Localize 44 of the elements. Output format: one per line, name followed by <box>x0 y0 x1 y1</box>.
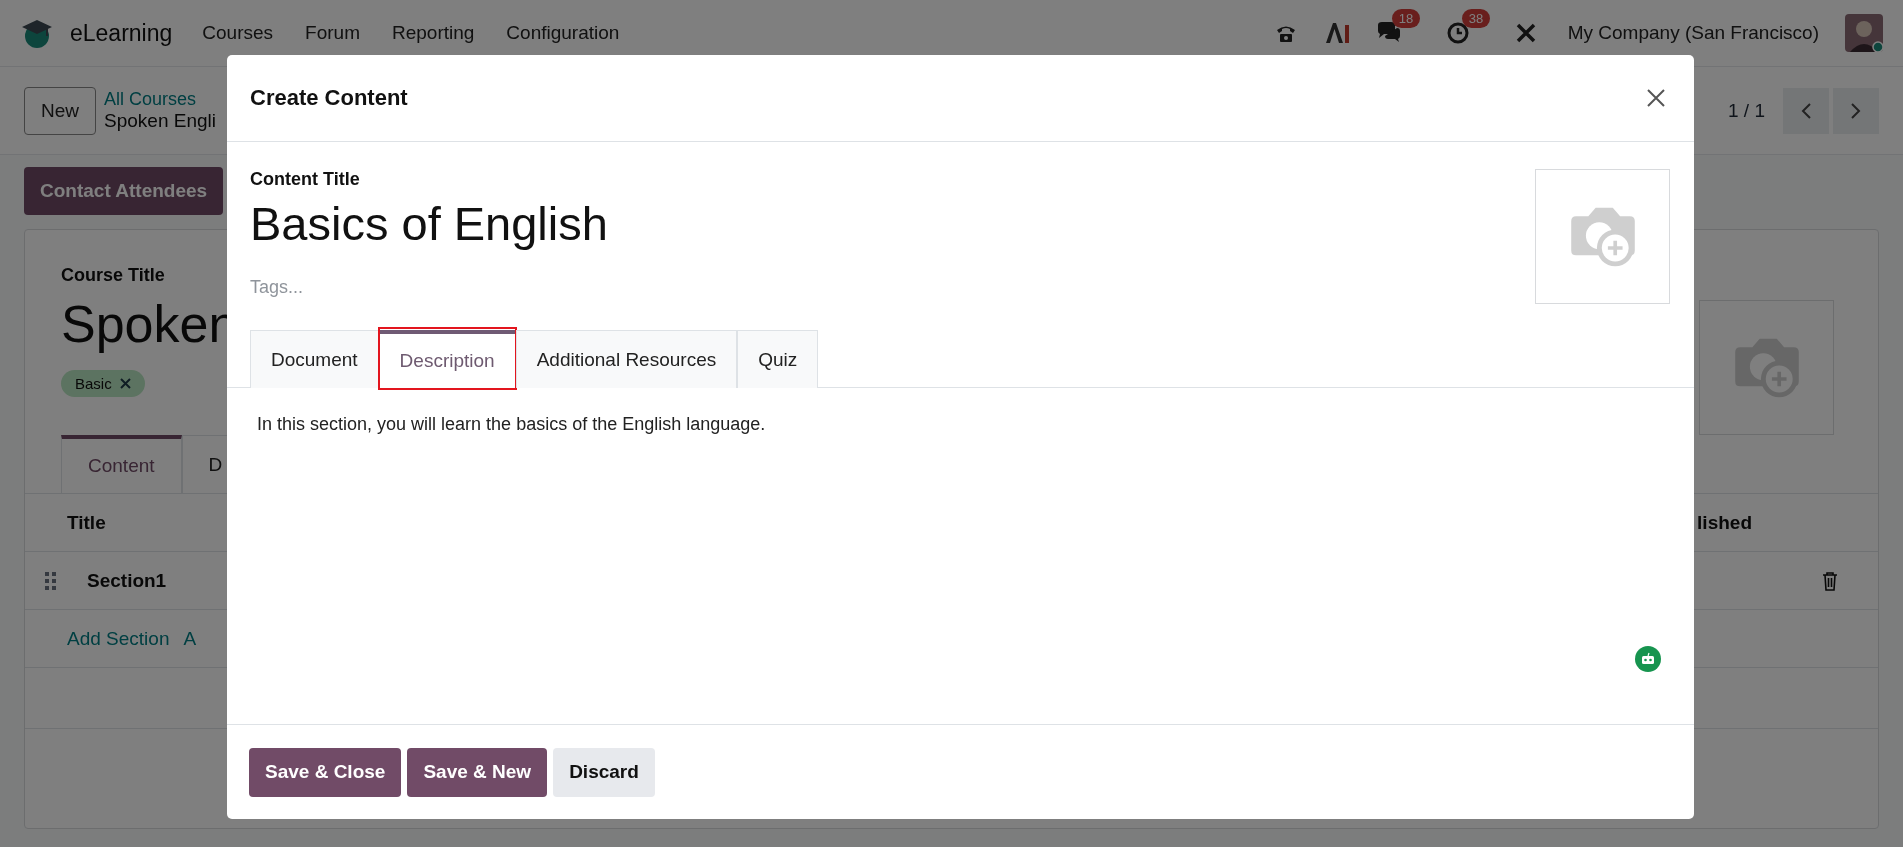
tag-chip[interactable]: Basic <box>61 370 145 397</box>
column-header: Title <box>67 511 106 534</box>
new-button[interactable]: New <box>24 86 96 135</box>
add-link[interactable]: A <box>183 627 197 650</box>
add-link[interactable]: Add Section <box>67 627 170 650</box>
clock-icon[interactable] <box>1445 21 1470 45</box>
remove-icon[interactable] <box>119 378 131 389</box>
menu-item[interactable]: Reporting <box>391 22 475 44</box>
count-badge: 38 <box>1461 9 1491 28</box>
chevron-right-icon <box>1850 101 1862 120</box>
company-switcher[interactable]: My Company (San Francisco) <box>1567 22 1819 44</box>
pager-value[interactable]: 1 / 1 <box>1728 99 1765 122</box>
close-icon <box>1646 88 1666 108</box>
record-name: Spoken Engli <box>104 110 216 132</box>
drag-handle-icon[interactable] <box>45 571 57 590</box>
dialog-button[interactable]: Discard <box>553 747 655 797</box>
trash-icon[interactable] <box>1822 570 1838 591</box>
dialog-button[interactable]: Save & New <box>407 747 548 797</box>
robot-icon[interactable] <box>1635 646 1661 672</box>
description-text: In this section, you will learn the basics of the English language. <box>257 414 767 435</box>
field-label: Course Title <box>61 265 166 286</box>
avatar-icon[interactable] <box>1845 14 1883 52</box>
tab[interactable]: Document <box>250 330 379 388</box>
dialog-button[interactable]: Save & Close <box>249 747 402 797</box>
dialog-title: Create Content <box>250 85 408 111</box>
tab[interactable]: Quiz <box>737 330 819 388</box>
app-name[interactable]: eLearning <box>70 19 173 47</box>
ai-icon[interactable] <box>1323 21 1350 45</box>
column-header: lished <box>1697 511 1752 534</box>
breadcrumb-link[interactable]: All Courses <box>104 89 216 110</box>
title-field[interactable]: Basics of English <box>250 196 608 251</box>
menu-item[interactable]: Courses <box>202 22 274 44</box>
chat-icon[interactable] <box>1375 21 1402 45</box>
menu-item[interactable]: Forum <box>305 22 360 44</box>
contact-attendees-button[interactable]: Contact Attendees <box>24 167 224 215</box>
table-cell: Section1 <box>87 569 167 592</box>
tag-label: Basic <box>75 375 112 392</box>
count-badge: 18 <box>1391 9 1421 28</box>
tab[interactable]: Additional Resources <box>515 330 738 388</box>
chevron-left-icon <box>1800 101 1812 120</box>
tab[interactable]: Description <box>378 330 516 388</box>
field-label: Content Title <box>250 169 361 190</box>
tab[interactable]: Content <box>61 435 182 493</box>
menu-item[interactable]: Configuration <box>506 22 620 44</box>
